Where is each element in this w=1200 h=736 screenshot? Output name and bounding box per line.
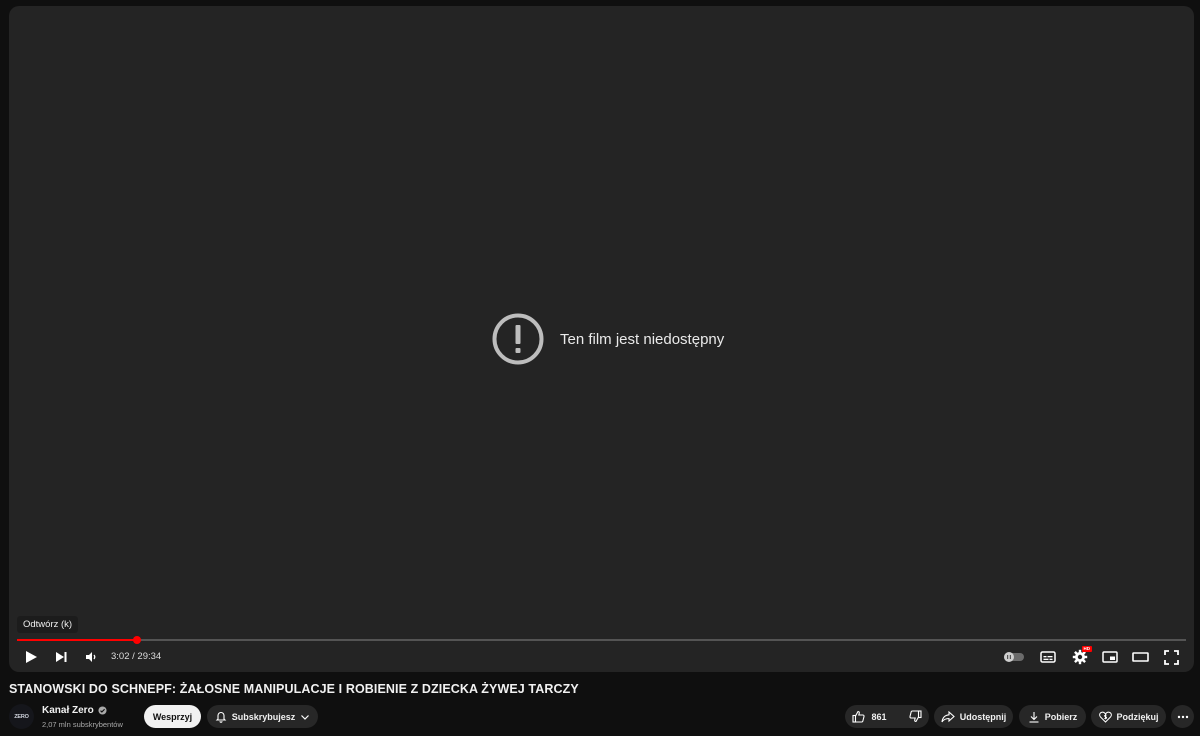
video-meta-row: ZERO Kanał Zero 2,07 mln subskrybentów W…	[0, 704, 1200, 736]
thanks-label: Podziękuj	[1116, 711, 1159, 722]
verified-icon	[98, 706, 107, 715]
fullscreen-button[interactable]	[1160, 644, 1182, 670]
more-actions-button[interactable]	[1171, 705, 1194, 728]
subscribed-button[interactable]: Subskrybujesz	[207, 705, 318, 728]
like-dislike-group: 861	[845, 705, 929, 728]
thanks-button[interactable]: Podziękuj	[1091, 705, 1166, 728]
miniplayer-icon	[1102, 650, 1118, 664]
video-title: STANOWSKI DO SCHNEPF: ŻAŁOSNE MANIPULACJ…	[9, 682, 579, 696]
thumbs-up-icon	[852, 710, 866, 723]
like-count: 861	[871, 711, 887, 722]
subscribed-label: Subskrybujesz	[231, 711, 296, 722]
time-total: 29:34	[137, 651, 162, 662]
time-current: 3:02	[111, 651, 130, 662]
subscriber-count: 2,07 mln subskrybentów	[42, 720, 123, 729]
volume-icon	[84, 650, 98, 664]
subtitles-button[interactable]	[1037, 644, 1059, 670]
download-label: Pobierz	[1044, 711, 1078, 722]
channel-name-link[interactable]: Kanał Zero	[42, 705, 107, 716]
next-icon	[54, 650, 68, 664]
channel-avatar[interactable]: ZERO	[9, 704, 34, 729]
progress-played	[17, 638, 138, 641]
subtitles-icon	[1040, 650, 1056, 664]
autoplay-toggle-icon	[1003, 651, 1025, 663]
progress-track	[17, 638, 1186, 641]
chevron-down-icon	[300, 712, 310, 722]
settings-button[interactable]: HD	[1068, 644, 1092, 670]
error-text: Ten film jest niedostępny	[560, 330, 725, 348]
avatar-logo-text: ZERO	[14, 713, 29, 720]
progress-scrubber[interactable]	[133, 635, 142, 644]
time-display: 3:02 / 29:34	[111, 651, 161, 662]
hd-badge: HD	[1082, 646, 1092, 652]
channel-name: Kanał Zero	[42, 705, 94, 716]
time-separator: /	[132, 651, 135, 662]
support-label: Wesprzyj	[152, 711, 193, 722]
theater-button[interactable]	[1129, 644, 1151, 670]
dislike-button[interactable]	[908, 710, 922, 723]
play-icon	[24, 650, 38, 664]
mute-button[interactable]	[81, 644, 101, 670]
next-button[interactable]	[51, 644, 71, 670]
theater-icon	[1131, 650, 1149, 664]
download-icon	[1028, 711, 1040, 723]
more-horizontal-icon	[1177, 715, 1189, 719]
player-controls: 3:02 / 29:34 HD	[9, 644, 1194, 670]
bell-icon	[215, 710, 227, 723]
thumbs-down-icon	[908, 710, 922, 723]
share-label: Udostępnij	[959, 711, 1007, 722]
miniplayer-button[interactable]	[1099, 644, 1121, 670]
progress-bar[interactable]	[17, 635, 1186, 644]
video-player[interactable]: Ten film jest niedostępny Odtwórz (k) 3:…	[9, 6, 1194, 672]
unavailable-message: Ten film jest niedostępny	[491, 312, 724, 366]
share-icon	[941, 710, 955, 723]
play-button[interactable]	[21, 644, 41, 670]
settings-icon: HD	[1072, 646, 1092, 665]
support-button[interactable]: Wesprzyj	[144, 705, 201, 728]
heart-dollar-icon	[1098, 711, 1112, 723]
fullscreen-icon	[1163, 649, 1179, 665]
alert-circle-icon	[491, 312, 545, 366]
share-button[interactable]: Udostępnij	[934, 705, 1013, 728]
play-tooltip: Odtwórz (k)	[17, 616, 79, 633]
download-button[interactable]: Pobierz	[1019, 705, 1086, 728]
like-button[interactable]: 861	[852, 710, 887, 723]
autoplay-toggle[interactable]	[1002, 644, 1026, 670]
